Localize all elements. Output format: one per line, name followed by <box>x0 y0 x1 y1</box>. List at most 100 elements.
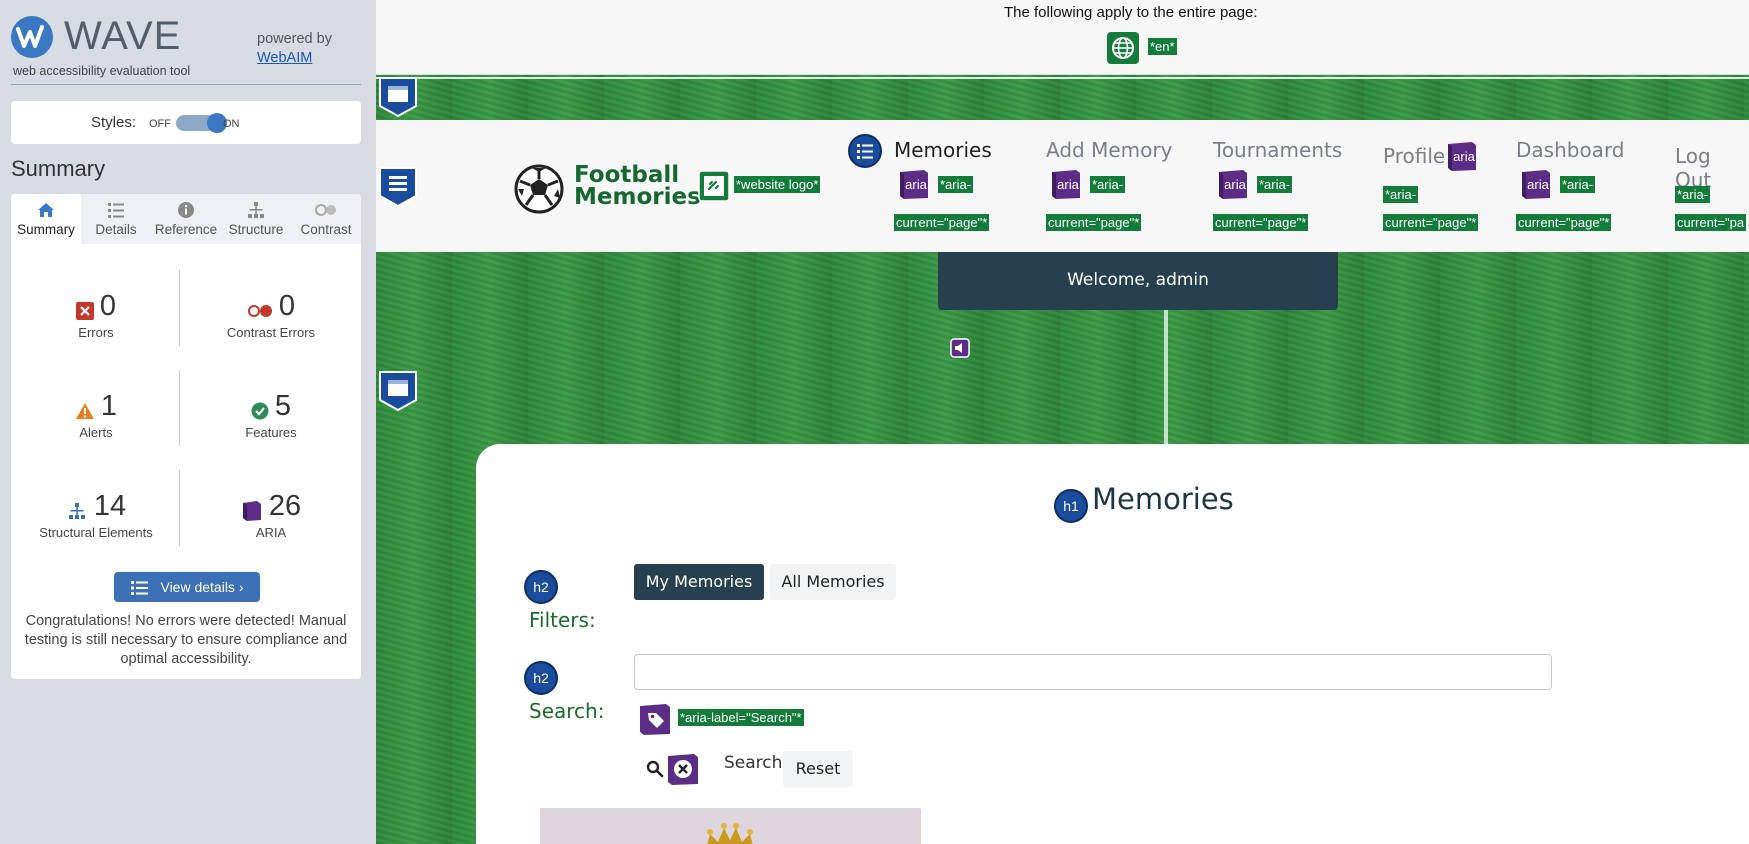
reset-button[interactable]: Reset <box>783 751 853 787</box>
pitch-halfway-line <box>1164 310 1168 444</box>
search-button[interactable]: Search <box>724 753 782 773</box>
aria-live-icon[interactable] <box>950 338 970 358</box>
list-icon <box>131 581 149 596</box>
football-logo-icon[interactable] <box>514 164 564 214</box>
stat-aria[interactable]: 26 ARIA <box>186 490 356 540</box>
stat-structural[interactable]: 14 Structural Elements <box>11 490 181 540</box>
summary-panel: Summary Details Reference Structure Cont… <box>11 194 361 679</box>
divider <box>179 270 180 346</box>
nav-log-out[interactable]: Log Out <box>1675 144 1749 192</box>
close-icon[interactable] <box>666 752 700 786</box>
nav-tournaments[interactable]: Tournaments <box>1213 138 1342 162</box>
tab-label: Summary <box>17 222 75 237</box>
tab-contrast[interactable]: Contrast <box>291 194 361 244</box>
aria-icon: aria <box>900 170 928 199</box>
search-label: Search: <box>529 699 605 723</box>
tab-label: Contrast <box>300 222 352 237</box>
aria-label-tag: *aria-label="Search"* <box>678 709 804 726</box>
region-header-icon[interactable] <box>378 76 418 118</box>
stat-alerts[interactable]: 1 Alerts <box>11 390 181 440</box>
site-navigation: Football Memories *website logo* Memorie… <box>376 120 1749 252</box>
wave-sidebar: WAVE web accessibility evaluation tool p… <box>0 0 376 844</box>
all-memories-button[interactable]: All Memories <box>770 564 896 600</box>
divider <box>179 370 180 446</box>
logo-alt-tag: *website logo* <box>734 176 821 193</box>
alerts-label: Alerts <box>79 425 113 440</box>
trophy-crown-icon <box>707 823 753 844</box>
features-label: Features <box>245 425 297 440</box>
region-main-icon[interactable] <box>378 370 418 412</box>
contrast-icon <box>315 204 336 216</box>
error-icon <box>75 301 94 320</box>
stat-features[interactable]: 5 Features <box>186 390 356 440</box>
wave-title: WAVE <box>64 14 182 58</box>
h2-icon[interactable]: h2 <box>524 570 558 604</box>
svg-text:aria: aria <box>1057 177 1079 192</box>
stat-contrast-errors[interactable]: 0 Contrast Errors <box>186 290 356 340</box>
webaim-link[interactable]: WebAIM <box>257 50 312 66</box>
aria-current-tag: current="page"* <box>894 214 990 231</box>
aria-label-tag-icon[interactable] <box>638 702 672 736</box>
h2-icon[interactable]: h2 <box>524 661 558 695</box>
page-preview: The following apply to the entire page: … <box>376 0 1749 844</box>
aria-icon: aria <box>1219 170 1247 199</box>
aria-icon: aria <box>1052 170 1080 199</box>
h1-icon[interactable]: h1 <box>1054 489 1088 523</box>
search-icon <box>646 760 664 778</box>
aria-current-tag: current="page"* <box>1383 214 1479 231</box>
aria-current-tag: current="page"* <box>1213 214 1309 231</box>
errors-count: 0 <box>99 290 117 322</box>
errors-label: Errors <box>78 325 114 340</box>
alert-icon <box>75 402 94 419</box>
filters-label: Filters: <box>529 608 596 632</box>
pitch-line <box>376 77 1749 79</box>
aria-current-tag: *aria- <box>1383 186 1419 203</box>
stat-errors[interactable]: 0 Errors <box>11 290 181 340</box>
structural-label: Structural Elements <box>39 525 153 540</box>
brand-line-1: Football <box>574 162 680 188</box>
wave-tabs: Summary Details Reference Structure Cont… <box>11 194 361 244</box>
home-icon <box>38 203 54 217</box>
hierarchy-icon <box>248 202 264 218</box>
tab-structure[interactable]: Structure <box>221 194 291 244</box>
tab-label: Reference <box>154 222 218 237</box>
search-input[interactable] <box>634 654 1552 690</box>
linked-image-icon[interactable] <box>698 170 730 202</box>
contrast-error-icon <box>247 304 272 317</box>
aria-count: 26 <box>268 490 302 522</box>
structural-count: 14 <box>93 490 127 522</box>
nav-add-memory[interactable]: Add Memory <box>1046 138 1172 162</box>
info-icon <box>178 202 194 218</box>
view-details-label: View details › <box>160 579 244 595</box>
features-count: 5 <box>274 390 292 422</box>
main-content: h1 Memories h2 Filters: My Memories All … <box>476 444 1749 844</box>
my-memories-button[interactable]: My Memories <box>634 564 764 600</box>
welcome-banner: Welcome, admin <box>938 252 1338 310</box>
brand-name[interactable]: Football Memories <box>574 162 701 209</box>
aria-icon: aria <box>1522 170 1550 199</box>
aria-current-tag: current="pa <box>1675 214 1747 231</box>
aria-icon: aria <box>1448 142 1476 171</box>
language-globe-icon[interactable] <box>1107 32 1139 64</box>
list-feature-icon[interactable] <box>848 134 882 168</box>
page-notice-text: The following apply to the entire page: <box>1004 4 1258 21</box>
nav-profile[interactable]: Profile <box>1383 144 1445 168</box>
divider <box>179 470 180 546</box>
tab-reference[interactable]: Reference <box>151 194 221 244</box>
lang-tag: *en* <box>1148 38 1177 55</box>
tab-summary[interactable]: Summary <box>11 194 81 244</box>
view-details-button[interactable]: View details › <box>114 572 260 602</box>
tab-details[interactable]: Details <box>81 194 151 244</box>
nav-memories[interactable]: Memories <box>894 138 992 162</box>
memory-card-image[interactable] <box>540 808 921 844</box>
contrast-errors-count: 0 <box>278 290 296 322</box>
aria-current-tag: *aria- <box>938 176 974 193</box>
structure-icon <box>68 502 85 519</box>
contrast-errors-label: Contrast Errors <box>226 325 316 340</box>
aria-current-tag: current="page"* <box>1046 214 1142 231</box>
tab-label: Structure <box>228 222 284 237</box>
nav-dashboard[interactable]: Dashboard <box>1516 138 1625 162</box>
feature-check-icon <box>251 402 269 420</box>
svg-text:aria: aria <box>1527 177 1549 192</box>
region-navigation-icon[interactable] <box>378 166 418 208</box>
